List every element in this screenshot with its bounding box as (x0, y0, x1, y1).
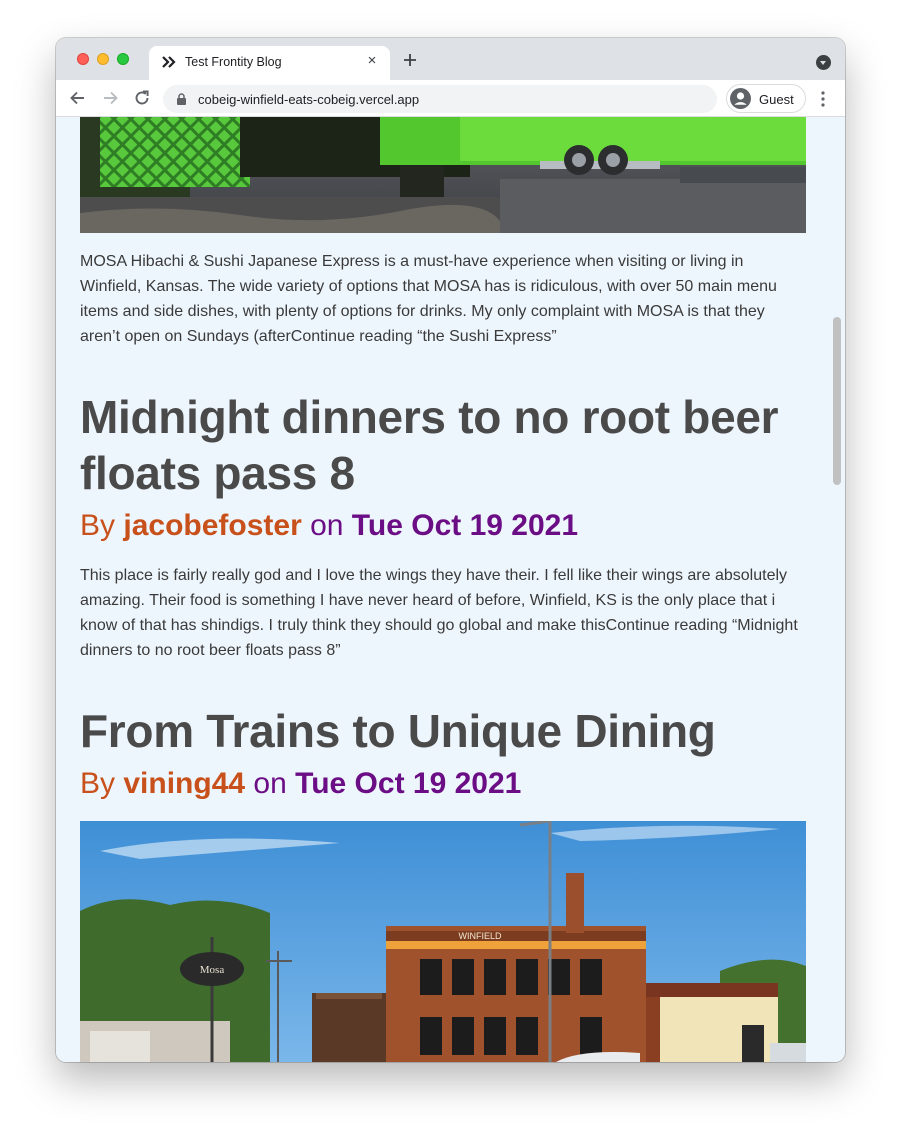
byline-on: on (245, 767, 296, 800)
byline-prefix: By (80, 509, 124, 542)
author-link[interactable]: jacobefoster (123, 509, 301, 542)
post-byline: By jacobefoster on Tue Oct 19 2021 (80, 508, 578, 544)
author-link[interactable]: vining44 (123, 767, 245, 800)
frontity-favicon-icon (162, 56, 176, 68)
zoom-window-button[interactable] (117, 53, 129, 65)
post-excerpt: MOSA Hibachi & Sushi Japanese Express is… (80, 253, 777, 345)
restaurant-building-image: Mosa WINFIELD (80, 821, 806, 1062)
chevron-down-icon[interactable] (816, 55, 831, 70)
post-date: Tue Oct 19 2021 (295, 767, 522, 800)
byline-prefix: By (80, 767, 124, 800)
back-arrow-icon[interactable] (68, 88, 88, 108)
tab-strip: Test Frontity Blog × (56, 38, 845, 80)
page-viewport: MOSA Hibachi & Sushi Japanese Express is… (56, 117, 845, 1062)
building-name-text: WINFIELD (458, 931, 502, 941)
byline-on: on (301, 509, 352, 542)
browser-window: Test Frontity Blog × cobeig-winfield-eat… (56, 38, 845, 1062)
browser-toolbar: cobeig-winfield-eats-cobeig.vercel.app G… (56, 80, 845, 117)
close-icon[interactable]: × (364, 53, 380, 69)
tab-title: Test Frontity Blog (185, 55, 282, 69)
post-title[interactable]: From Trains to Unique Dining (80, 703, 806, 759)
post-date: Tue Oct 19 2021 (351, 509, 579, 542)
avatar-icon (730, 88, 751, 109)
browser-tab[interactable]: Test Frontity Blog × (149, 46, 390, 80)
post-title[interactable]: Midnight dinners to no root beer floats … (80, 389, 806, 501)
profile-button[interactable]: Guest (726, 84, 806, 113)
post-excerpt: This place is fairly really god and I lo… (80, 567, 798, 659)
profile-label: Guest (759, 92, 794, 107)
food-truck-image (80, 117, 806, 233)
url-text: cobeig-winfield-eats-cobeig.vercel.app (198, 92, 420, 107)
oval-sign-text: Mosa (200, 964, 225, 976)
minimize-window-button[interactable] (97, 53, 109, 65)
forward-arrow-icon[interactable] (100, 88, 120, 108)
plus-icon[interactable] (401, 51, 419, 69)
more-vert-icon[interactable] (816, 90, 830, 108)
close-window-button[interactable] (77, 53, 89, 65)
reload-icon[interactable] (132, 88, 152, 108)
lock-icon (177, 93, 186, 105)
address-bar[interactable]: cobeig-winfield-eats-cobeig.vercel.app (163, 85, 717, 113)
post-byline: By vining44 on Tue Oct 19 2021 (80, 766, 521, 802)
scrollbar-thumb[interactable] (833, 317, 841, 485)
